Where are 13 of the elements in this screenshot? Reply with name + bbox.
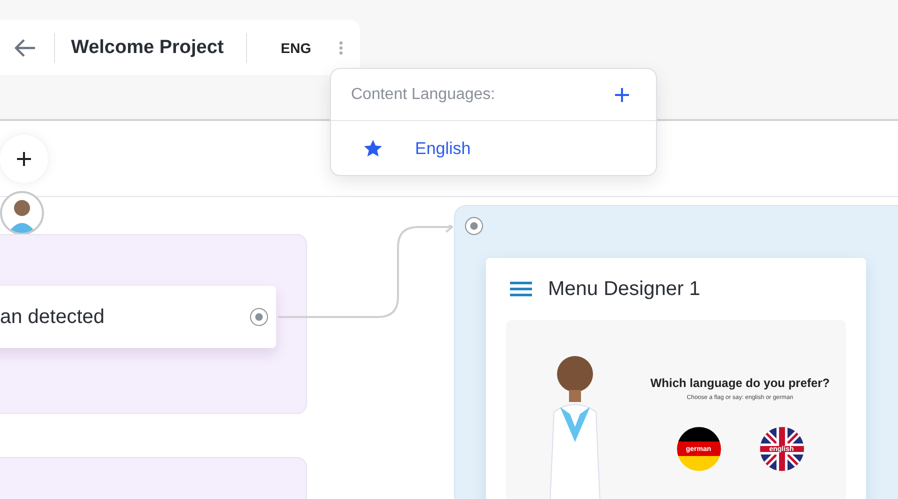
flow-node[interactable]: an detected	[0, 286, 276, 348]
language-button[interactable]: ENG	[276, 36, 316, 60]
card-title: Menu Designer 1	[548, 278, 700, 300]
menu-icon[interactable]	[510, 281, 532, 297]
output-port-icon[interactable]	[250, 308, 268, 326]
question-text: Which language do you prefer?	[650, 376, 830, 390]
plus-icon	[614, 86, 630, 102]
plus-icon	[16, 150, 32, 166]
project-title: Welcome Project	[71, 36, 224, 58]
language-item[interactable]: English	[331, 121, 656, 176]
menu-heading: Content Languages:	[351, 86, 496, 104]
add-button[interactable]	[0, 134, 48, 182]
node-label: an detected	[0, 306, 105, 328]
